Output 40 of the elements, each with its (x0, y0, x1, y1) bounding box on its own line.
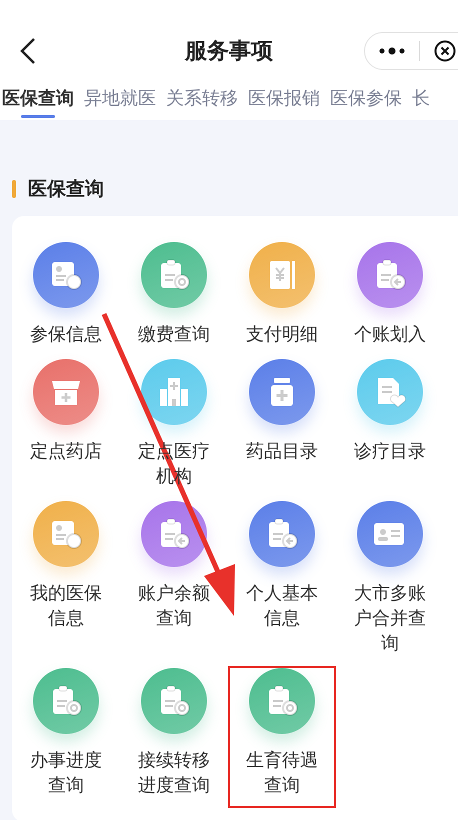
service-item[interactable]: 药品目录 (228, 357, 336, 474)
hospital-icon (157, 375, 191, 409)
category-tab[interactable]: 医保查询 (2, 86, 74, 120)
highlighted-service-item[interactable]: 生育待遇查询 (228, 666, 336, 808)
service-item[interactable]: 账户余额查询 (120, 499, 228, 641)
service-label: 参保信息 (29, 323, 103, 347)
service-item[interactable]: 支付明细 (228, 240, 336, 357)
service-label: 个账划入 (353, 323, 427, 347)
category-tab[interactable]: 关系转移 (166, 86, 238, 120)
service-label: 诊疗目录 (353, 440, 427, 464)
service-item[interactable]: 大市多账户合并查询 (336, 499, 444, 666)
service-item[interactable]: 个账划入 (336, 240, 444, 357)
service-item[interactable]: 办事进度查询 (12, 666, 120, 808)
service-item[interactable]: 定点药店 (12, 357, 120, 474)
service-item[interactable]: 参保信息 (12, 240, 120, 357)
service-label: 定点药店 (29, 440, 103, 464)
service-label: 缴费查询 (137, 323, 211, 347)
page-title: 服务事项 (184, 38, 274, 66)
service-label: 账户余额查询 (137, 582, 211, 631)
back-icon[interactable] (18, 37, 38, 65)
more-icon[interactable] (379, 47, 405, 55)
category-tab[interactable]: 长 (412, 86, 430, 120)
service-item[interactable]: 我的医保信息 (12, 499, 120, 641)
service-label: 药品目录 (245, 440, 319, 464)
service-item[interactable]: 缴费查询 (120, 240, 228, 357)
service-label: 办事进度查询 (29, 749, 103, 798)
service-label: 生育待遇查询 (245, 749, 319, 798)
service-item[interactable]: 诊疗目录 (336, 357, 444, 474)
close-icon[interactable] (434, 40, 456, 62)
service-label: 支付明细 (245, 323, 319, 347)
category-tab[interactable]: 医保参保 (330, 86, 402, 120)
service-item[interactable]: 接续转移进度查询 (120, 666, 228, 808)
service-label: 大市多账户合并查询 (353, 582, 427, 656)
service-label: 个人基本信息 (245, 582, 319, 631)
category-tab[interactable]: 异地就医 (84, 86, 156, 120)
service-item[interactable]: 个人基本信息 (228, 499, 336, 641)
section-title: 医保查询 (28, 177, 104, 202)
service-label: 接续转移进度查询 (137, 749, 211, 798)
service-label: 我的医保信息 (29, 582, 103, 631)
category-tab[interactable]: 医保报销 (248, 86, 320, 120)
